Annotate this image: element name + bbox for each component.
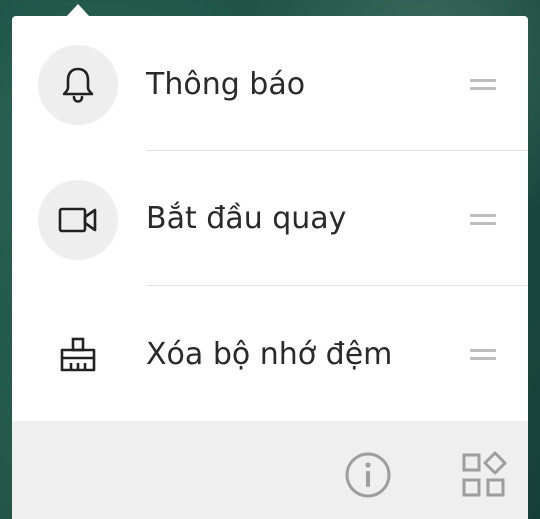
menu-item-label: Bắt đầu quay — [146, 201, 347, 236]
menu-item-start-recording[interactable]: Bắt đầu quay — [12, 151, 528, 286]
edit-tiles-button[interactable] — [456, 447, 512, 503]
broom-icon-container — [38, 315, 118, 395]
bell-icon-container — [38, 45, 118, 125]
menu-item-label: Thông báo — [146, 67, 306, 102]
quick-settings-popup: Thông báo Bắt đầu quay Xóa bộ nhớ đệm — [12, 16, 528, 519]
grid-shapes-icon — [462, 451, 507, 497]
info-icon — [345, 452, 391, 498]
drag-handle-icon[interactable] — [470, 349, 496, 361]
quick-settings-footer — [12, 421, 528, 519]
info-button[interactable] — [340, 447, 396, 503]
menu-item-clear-cache[interactable]: Xóa bộ nhớ đệm — [12, 286, 528, 421]
menu-item-notifications[interactable]: Thông báo — [12, 16, 528, 151]
video-camera-icon — [58, 207, 97, 233]
drag-handle-icon[interactable] — [470, 79, 496, 91]
drag-handle-icon[interactable] — [470, 214, 496, 226]
bell-icon — [62, 67, 94, 103]
menu-item-label: Xóa bộ nhớ đệm — [146, 337, 393, 372]
video-camera-icon-container — [38, 180, 118, 260]
broom-icon — [60, 337, 96, 372]
